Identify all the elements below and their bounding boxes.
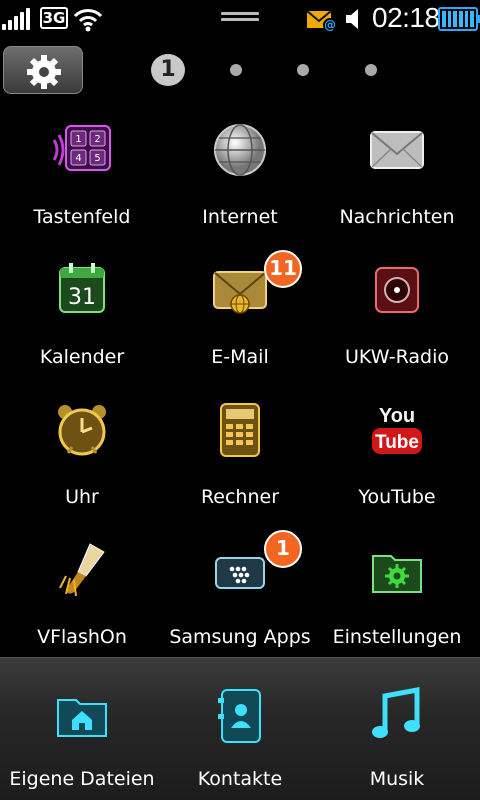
svg-text:31: 31 [68, 285, 96, 310]
email-globe-icon [213, 271, 267, 314]
svg-text:2: 2 [94, 134, 100, 145]
app-youtube[interactable]: You Tube YouTube [317, 390, 477, 530]
home-folder-icon [57, 699, 107, 737]
globe-icon [214, 124, 266, 176]
page-dot-4[interactable] [365, 64, 377, 76]
app-ukw-radio[interactable]: UKW-Radio [317, 250, 477, 390]
svg-text:4: 4 [75, 153, 81, 164]
calendar-icon: 31 [59, 263, 105, 313]
battery-icon [438, 7, 480, 31]
page-dot-3[interactable] [297, 64, 309, 76]
app-label: E-Mail [211, 346, 269, 368]
dock-eigene-dateien[interactable]: Eigene Dateien [2, 658, 162, 800]
svg-text:1: 1 [75, 134, 81, 145]
samsung-apps-icon [215, 557, 265, 589]
unread-count-badge: 11 [264, 250, 302, 288]
bottom-dock: Eigene Dateien Kontakte Musik [0, 657, 480, 800]
update-count-badge: 1 [264, 530, 302, 568]
app-internet[interactable]: Internet [160, 110, 320, 250]
music-note-icon [372, 686, 420, 738]
contacts-icon [218, 689, 261, 743]
dock-label: Musik [369, 768, 425, 790]
app-kalender[interactable]: 31 Kalender [2, 250, 162, 390]
mail-notification-icon: @ [306, 10, 337, 32]
app-tastenfeld[interactable]: 1 2 4 5 Tastenfeld [2, 110, 162, 250]
app-email[interactable]: 11 E-Mail [160, 250, 320, 390]
app-label: VFlashOn [37, 626, 127, 648]
status-bar: 3G @ 02:18 [0, 0, 480, 38]
signal-bars-icon [2, 8, 36, 30]
speaker-icon [346, 9, 358, 29]
app-vflashon[interactable]: VFlashOn [2, 530, 162, 670]
app-uhr[interactable]: Uhr [2, 390, 162, 530]
network-type-badge: 3G [40, 7, 68, 29]
svg-text:@: @ [324, 18, 336, 32]
calculator-icon [220, 403, 260, 457]
app-label: Rechner [200, 486, 280, 508]
app-label: Uhr [65, 486, 99, 508]
app-nachrichten[interactable]: Nachrichten [317, 110, 477, 250]
app-label: Kalender [39, 346, 125, 368]
page-dot-1[interactable]: 1 [151, 54, 185, 86]
radio-icon [375, 267, 419, 313]
app-label: Nachrichten [339, 206, 455, 228]
dock-label: Eigene Dateien [9, 768, 155, 790]
page-dot-2[interactable] [230, 64, 242, 76]
app-samsung-apps[interactable]: 1 Samsung Apps [160, 530, 320, 670]
flashlight-icon [59, 543, 105, 597]
app-einstellungen[interactable]: Einstellungen [317, 530, 477, 670]
app-label: UKW-Radio [345, 346, 449, 368]
app-label: Samsung Apps [169, 626, 311, 648]
page-indicator[interactable]: 1 [0, 54, 480, 86]
notification-drag-handle[interactable] [221, 12, 259, 22]
svg-text:5: 5 [94, 153, 100, 164]
wifi-icon [73, 9, 103, 32]
keypad-icon: 1 2 4 5 [52, 125, 111, 171]
status-clock: 02:18 [372, 2, 440, 33]
envelope-icon [370, 131, 424, 169]
app-rechner[interactable]: Rechner [160, 390, 320, 530]
dock-kontakte[interactable]: Kontakte [160, 658, 320, 800]
dock-label: Kontakte [197, 768, 283, 790]
dock-musik[interactable]: Musik [317, 658, 477, 800]
youtube-icon: You Tube [372, 405, 422, 454]
app-label: YouTube [358, 486, 436, 508]
app-label: Einstellungen [332, 626, 462, 648]
app-label: Internet [202, 206, 278, 228]
app-label: Tastenfeld [33, 206, 131, 228]
svg-text:Tube: Tube [375, 432, 419, 453]
svg-text:You: You [379, 405, 415, 427]
settings-folder-icon [372, 555, 422, 593]
alarm-clock-icon [58, 405, 106, 456]
